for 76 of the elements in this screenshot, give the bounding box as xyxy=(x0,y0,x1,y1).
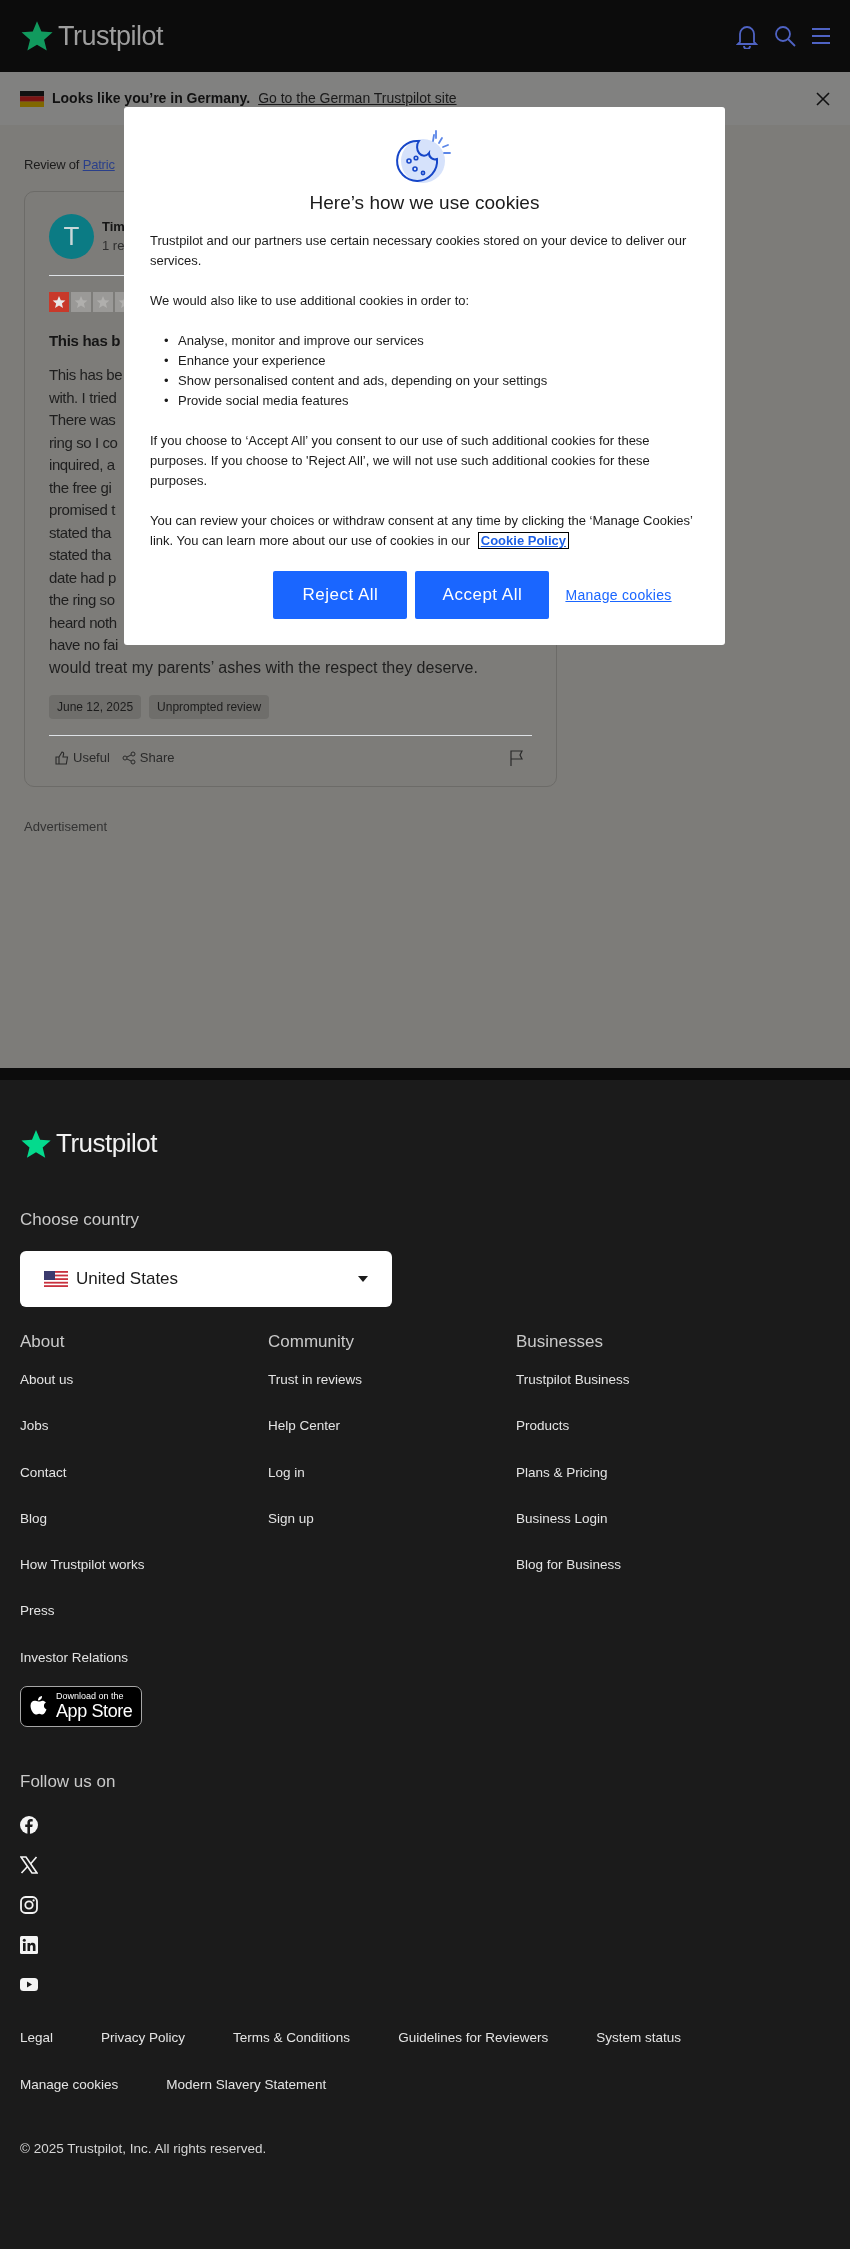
manage-cookies-link[interactable]: Manage cookies xyxy=(565,585,672,605)
footer-link[interactable]: Contact xyxy=(20,1462,67,1483)
app-store-badge[interactable]: Download on the App Store xyxy=(20,1685,143,1727)
review-text: inquired, a xyxy=(49,455,115,475)
footer-link[interactable]: Help Center xyxy=(268,1416,341,1437)
review-text: heard noth xyxy=(49,612,117,633)
share-button[interactable]: Share xyxy=(115,744,181,772)
review-of-label: Review of xyxy=(24,157,81,172)
review-text: There was xyxy=(49,410,116,430)
review-count: 1 re xyxy=(102,237,125,255)
review-text: promised t xyxy=(49,500,116,520)
dialog-text: If you choose to ‘Accept All’ you consent to our use of such additional cookies for these purposes. If you choose to 'Reject All’, we will not use such additional cookies for these purposes. xyxy=(150,432,651,490)
review-text: ring so I co xyxy=(49,432,118,453)
footer-link[interactable]: About us xyxy=(20,1370,74,1391)
footer-link[interactable]: Log in xyxy=(268,1462,305,1483)
bullet: • xyxy=(164,372,170,390)
dialog-text: You can review your choices or withdraw consent at any time by clicking the ‘Manage Cookies’ link. You can learn more about our use of cookies in our Cookie Policy xyxy=(150,512,694,551)
dialog-text: We would also like to use additional cookies in order to: xyxy=(150,292,471,310)
purpose-item: Provide social media features xyxy=(178,392,349,410)
country-select[interactable]: United States xyxy=(20,1250,392,1307)
column-heading: About xyxy=(20,1330,66,1353)
bullet: • xyxy=(164,392,170,410)
footer-link[interactable]: Modern Slavery Statement xyxy=(166,2074,327,2095)
footer-link[interactable]: Trustpilot Business xyxy=(516,1370,630,1391)
footer-link[interactable]: Investor Relations xyxy=(20,1647,129,1668)
dialog-title: Here’s how we use cookies xyxy=(308,193,541,213)
logo[interactable]: Trustpilot xyxy=(58,15,164,57)
german-site-link[interactable]: Go to the German Trustpilot site xyxy=(258,88,457,109)
footer-link[interactable]: Legal xyxy=(20,2028,54,2049)
logo[interactable]: Trustpilot xyxy=(56,1124,157,1163)
review-text: have no fai xyxy=(49,635,118,655)
footer-link[interactable]: Business Login xyxy=(516,1508,608,1529)
tag: June 12, 2025 xyxy=(49,695,142,719)
footer-link[interactable]: Guidelines for Reviewers xyxy=(398,2028,549,2049)
review-text: with. I tried xyxy=(49,387,117,408)
footer-link[interactable]: Products xyxy=(516,1416,570,1437)
advertisement-label: Advertisement xyxy=(24,817,109,836)
tag: Unprompted review xyxy=(149,695,270,719)
reviewer-name[interactable]: Tim xyxy=(102,216,125,236)
country-label: Choose country xyxy=(20,1209,141,1231)
review-text: stated tha xyxy=(49,522,111,543)
column-heading: Community xyxy=(268,1330,355,1353)
review-text: date had p xyxy=(49,567,116,588)
review-text: would treat my parents’ ashes with the respect they deserve. xyxy=(49,657,478,678)
footer-link[interactable]: Blog xyxy=(20,1508,48,1529)
review-text: This has be xyxy=(49,365,123,385)
bullet: • xyxy=(164,332,170,350)
purpose-item: Show personalised content and ads, depending on your settings xyxy=(178,372,548,390)
footer-link[interactable]: How Trustpilot works xyxy=(20,1555,145,1576)
footer-link[interactable]: Plans & Pricing xyxy=(516,1462,608,1483)
footer-link[interactable]: System status xyxy=(596,2028,681,2049)
banner-message: Looks like you’re in Germany. xyxy=(52,89,251,108)
footer-link[interactable]: Jobs xyxy=(20,1416,49,1437)
footer-link[interactable]: Terms & Conditions xyxy=(233,2028,351,2049)
purpose-item: Enhance your experience xyxy=(178,352,326,370)
accept-all-button[interactable]: Accept All xyxy=(415,571,550,619)
follow-heading: Follow us on xyxy=(20,1770,117,1793)
footer-link[interactable]: Blog for Business xyxy=(516,1555,622,1576)
review-text: the ring so xyxy=(49,590,115,610)
useful-button[interactable]: Useful xyxy=(49,744,116,772)
footer-link[interactable]: Press xyxy=(20,1601,55,1622)
copyright: © 2025 Trustpilot, Inc. All rights reserved. xyxy=(20,2139,268,2158)
review-text: stated tha xyxy=(49,545,111,565)
footer-link[interactable]: Sign up xyxy=(268,1508,314,1529)
review-text: the free gi xyxy=(49,477,112,498)
review-title: This has b xyxy=(49,330,121,351)
dialog-text: Trustpilot and our partners use certain necessary cookies stored on your device to deliver our services. xyxy=(150,232,688,270)
avatar: T xyxy=(49,213,94,259)
footer-link[interactable]: Trust in reviews xyxy=(268,1370,363,1391)
footer-link[interactable]: Privacy Policy xyxy=(101,2028,186,2049)
cookie-policy-link[interactable]: Cookie Policy xyxy=(477,532,569,549)
purpose-item: Analyse, monitor and improve our services xyxy=(178,332,424,350)
column-heading: Businesses xyxy=(516,1330,604,1353)
reject-all-button[interactable]: Reject All xyxy=(273,571,408,619)
footer-link[interactable]: Manage cookies xyxy=(20,2074,119,2095)
bullet: • xyxy=(164,352,170,370)
